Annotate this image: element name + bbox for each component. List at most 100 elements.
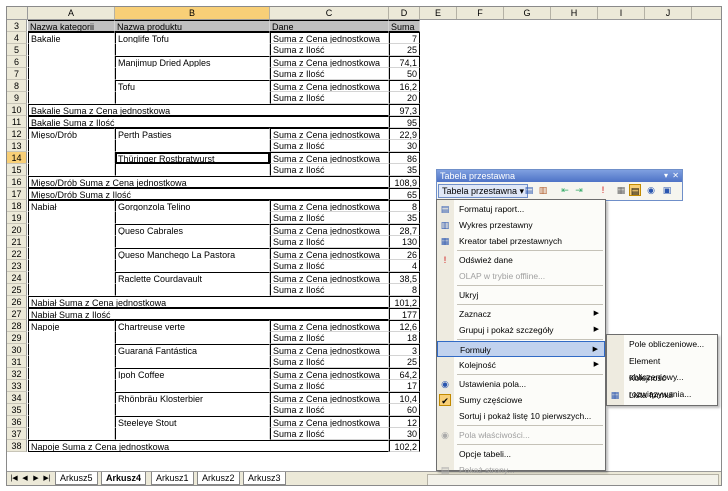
value-cell[interactable]: 60 [389, 404, 420, 416]
category-cell[interactable] [28, 284, 115, 296]
data-label-cell[interactable]: Suma z Ilość [270, 428, 389, 440]
value-cell[interactable]: 12 [389, 416, 420, 428]
data-label-cell[interactable]: Suma z Ilość [270, 380, 389, 392]
submenu-item-3[interactable]: Kolejność rozwiązywania... [607, 370, 717, 399]
value-cell[interactable]: 3 [389, 344, 420, 356]
value-cell[interactable]: 74,1 [389, 56, 420, 68]
menu-item-7[interactable]: Zaznacz ▶ [437, 306, 605, 322]
product-cell[interactable] [115, 212, 270, 224]
value-cell[interactable]: 16,2 [389, 80, 420, 92]
category-cell[interactable] [28, 80, 115, 92]
product-cell[interactable]: Rhönbräu Klosterbier [115, 392, 270, 404]
data-label-cell[interactable]: Suma z Ilość [270, 212, 389, 224]
row-header[interactable]: 25 [7, 284, 27, 296]
row-header[interactable]: 37 [7, 428, 27, 440]
product-cell[interactable] [115, 140, 270, 152]
value-cell[interactable]: 64,2 [389, 368, 420, 380]
product-cell[interactable]: Guaraná Fantástica [115, 344, 270, 356]
row-header[interactable]: 26 [7, 296, 27, 308]
value-cell[interactable]: 17 [389, 380, 420, 392]
refresh-icon[interactable]: ! [597, 184, 609, 196]
row-header[interactable]: 12 [7, 128, 27, 140]
column-header-f[interactable]: F [457, 7, 504, 19]
product-cell[interactable] [115, 284, 270, 296]
value-cell[interactable]: 25 [389, 44, 420, 56]
pivot-chart-icon[interactable]: ▥ [537, 184, 549, 196]
product-cell[interactable] [115, 44, 270, 56]
show-detail-icon[interactable]: ⇥ [573, 184, 585, 196]
data-label-cell[interactable]: Suma z Cena jednostkowa [270, 392, 389, 404]
row-header[interactable]: 30 [7, 344, 27, 356]
product-cell[interactable]: Tofu [115, 80, 270, 92]
category-cell[interactable] [28, 164, 115, 176]
data-label-cell[interactable]: Suma z Ilość [270, 44, 389, 56]
row-header[interactable]: 19 [7, 212, 27, 224]
select-all-corner[interactable] [7, 7, 28, 19]
sheet-tab-arkusz1[interactable]: Arkusz1 [151, 472, 194, 485]
category-cell[interactable]: Napoje [28, 320, 115, 332]
category-cell[interactable] [28, 380, 115, 392]
category-cell[interactable] [28, 344, 115, 356]
value-cell[interactable]: 30 [389, 140, 420, 152]
data-label-cell[interactable]: Suma z Cena jednostkowa [270, 80, 389, 92]
column-header-i[interactable]: I [598, 7, 645, 19]
submenu-item-1[interactable]: Pole obliczeniowe... [607, 336, 717, 352]
value-cell[interactable]: 102,2 [389, 440, 420, 452]
menu-item-12[interactable]: ✔ Sumy częściowe [437, 392, 605, 408]
row-header[interactable]: 31 [7, 356, 27, 368]
product-cell[interactable] [115, 356, 270, 368]
menu-item-10[interactable]: Kolejność ▶ [437, 357, 605, 373]
pivot-table-menu-button[interactable]: Tabela przestawna ▾ [438, 184, 529, 198]
category-cell[interactable] [28, 44, 115, 56]
value-cell[interactable]: 177 [389, 308, 420, 320]
column-header-e[interactable]: E [420, 7, 457, 19]
value-cell[interactable]: 35 [389, 212, 420, 224]
category-cell[interactable] [28, 272, 115, 284]
category-cell[interactable] [28, 368, 115, 380]
product-cell[interactable] [115, 164, 270, 176]
submenu-item-2[interactable]: Element obliczeniowy... [607, 353, 717, 382]
row-header[interactable]: 28 [7, 320, 27, 332]
column-header-h[interactable]: H [551, 7, 598, 19]
row-header[interactable]: 35 [7, 404, 27, 416]
row-header[interactable]: 10 [7, 104, 27, 116]
value-cell[interactable]: 20 [389, 92, 420, 104]
row-header[interactable]: 38 [7, 440, 27, 452]
category-cell[interactable] [28, 404, 115, 416]
row-header[interactable]: 6 [7, 56, 27, 68]
category-cell[interactable] [28, 236, 115, 248]
row-header[interactable]: 5 [7, 44, 27, 56]
product-cell[interactable]: Raclette Courdavault [115, 272, 270, 284]
product-cell[interactable] [115, 404, 270, 416]
value-cell[interactable]: 7 [389, 32, 420, 44]
sheet-tab-arkusz4[interactable]: Arkusz4 [101, 472, 147, 485]
row-header[interactable]: 13 [7, 140, 27, 152]
row-header[interactable]: 36 [7, 416, 27, 428]
prev-sheet-icon[interactable]: ◀ [20, 474, 30, 484]
value-cell[interactable]: 35 [389, 164, 420, 176]
next-sheet-icon[interactable]: ▶ [31, 474, 41, 484]
data-label-cell[interactable]: Suma z Cena jednostkowa [270, 224, 389, 236]
product-cell[interactable]: Gorgonzola Telino [115, 200, 270, 212]
data-label-cell[interactable]: Suma z Cena jednostkowa [270, 200, 389, 212]
value-cell[interactable]: 4 [389, 260, 420, 272]
value-cell[interactable]: 101,2 [389, 296, 420, 308]
menu-item-8[interactable]: Grupuj i pokaż szczegóły ▶ [437, 322, 605, 338]
data-label-cell[interactable]: Suma z Ilość [270, 356, 389, 368]
row-header[interactable]: 11 [7, 116, 27, 128]
row-header[interactable]: 7 [7, 68, 27, 80]
row-header[interactable]: 15 [7, 164, 27, 176]
row-header[interactable]: 33 [7, 380, 27, 392]
data-label-cell[interactable]: Suma z Ilość [270, 284, 389, 296]
row-header[interactable]: 14 [7, 152, 27, 164]
column-header-b[interactable]: B [115, 7, 270, 19]
product-cell[interactable]: Perth Pasties [115, 128, 270, 140]
data-label-cell[interactable]: Suma z Ilość [270, 164, 389, 176]
row-header[interactable]: 24 [7, 272, 27, 284]
row-header[interactable]: 27 [7, 308, 27, 320]
product-cell[interactable]: Manjimup Dried Apples [115, 56, 270, 68]
value-cell[interactable]: 50 [389, 68, 420, 80]
value-cell[interactable]: 86 [389, 152, 420, 164]
product-cell[interactable] [115, 236, 270, 248]
menu-item-2[interactable]: ▥ Wykres przestawny [437, 217, 605, 233]
